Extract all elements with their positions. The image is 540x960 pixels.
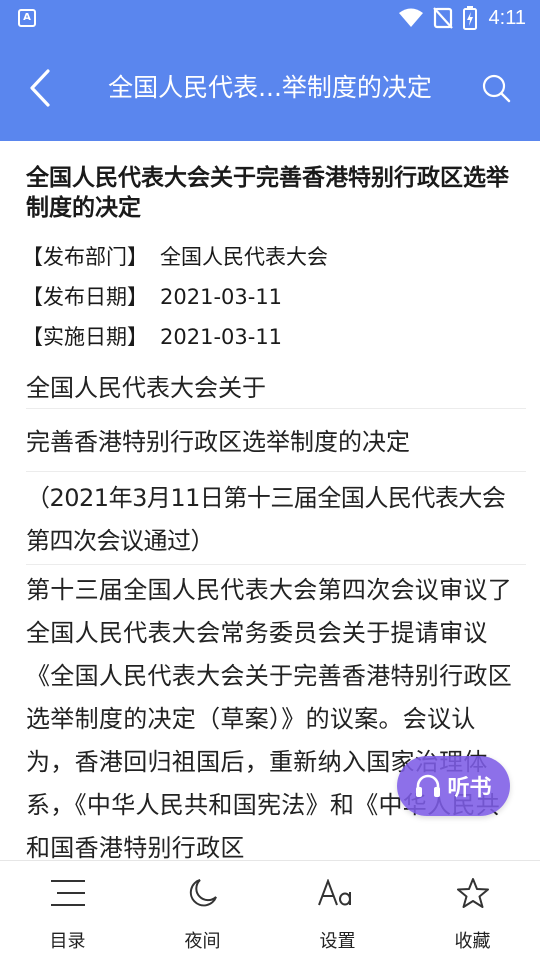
- divider: [26, 471, 526, 472]
- font-size-icon: [317, 873, 358, 913]
- listen-button[interactable]: 听书: [397, 756, 510, 816]
- status-time: 4:11: [488, 6, 526, 29]
- search-icon: [482, 74, 511, 103]
- nav-item-night-mode[interactable]: 夜间: [135, 861, 270, 960]
- page-title: 全国人民代表...举制度的决定: [108, 73, 432, 102]
- paragraph: （2021年3月11日第十三届全国人民代表大会第四次会议通过）: [26, 484, 506, 555]
- nav-item-catalog[interactable]: 目录: [0, 861, 135, 960]
- toolbar: 全国人民代表...举制度的决定: [0, 36, 540, 141]
- status-bar: A 4:11: [0, 0, 540, 36]
- app-notification-icon: A: [18, 9, 36, 27]
- no-signal-icon: [432, 7, 453, 29]
- back-button[interactable]: [18, 66, 62, 110]
- search-button[interactable]: [476, 68, 516, 108]
- nav-item-favorite[interactable]: 收藏: [405, 861, 540, 960]
- battery-charging-icon: [462, 6, 477, 30]
- nav-item-settings[interactable]: 设置: [270, 861, 405, 960]
- meta-label: 【实施日期】: [22, 325, 148, 349]
- meta-value: 2021-03-11: [160, 285, 283, 309]
- paragraph: 全国人民代表大会关于: [26, 374, 266, 402]
- paragraph: 完善香港特别行政区选举制度的决定: [26, 428, 410, 456]
- nav-label: 目录: [49, 931, 86, 952]
- meta-value: 全国人民代表大会: [160, 245, 328, 269]
- moon-icon: [183, 873, 223, 913]
- nav-label: 收藏: [454, 931, 491, 952]
- meta-label: 【发布部门】: [22, 245, 148, 269]
- status-icons: 4:11: [398, 6, 526, 30]
- document-content[interactable]: 全国人民代表大会关于完善香港特别行政区选举制度的决定 【发布部门】 全国人民代表…: [0, 141, 540, 860]
- meta-effective-date: 【实施日期】 2021-03-11: [22, 322, 282, 352]
- app-header: A 4:11 全国人民代表...举制度的决定: [0, 0, 540, 141]
- menu-list-icon: [48, 873, 88, 913]
- wifi-icon: [398, 8, 423, 27]
- listen-label: 听书: [447, 776, 492, 801]
- divider: [26, 564, 526, 565]
- paragraph: 第十三届全国人民代表大会第四次会议审议了全国人民代表大会常务委员会关于提请审议《…: [26, 576, 512, 860]
- chevron-left-icon: [30, 69, 50, 107]
- document-title: 全国人民代表大会关于完善香港特别行政区选举制度的决定: [26, 165, 509, 221]
- divider: [26, 408, 526, 409]
- bottom-nav: 目录 夜间 设置 收藏: [0, 860, 540, 960]
- meta-publish-date: 【发布日期】 2021-03-11: [22, 282, 282, 312]
- nav-label: 设置: [319, 931, 356, 952]
- meta-label: 【发布日期】: [22, 285, 148, 309]
- meta-value: 2021-03-11: [160, 325, 283, 349]
- star-icon: [453, 873, 493, 913]
- meta-issuer: 【发布部门】 全国人民代表大会: [22, 242, 328, 272]
- nav-label: 夜间: [184, 931, 221, 952]
- headphones-icon: [416, 774, 441, 797]
